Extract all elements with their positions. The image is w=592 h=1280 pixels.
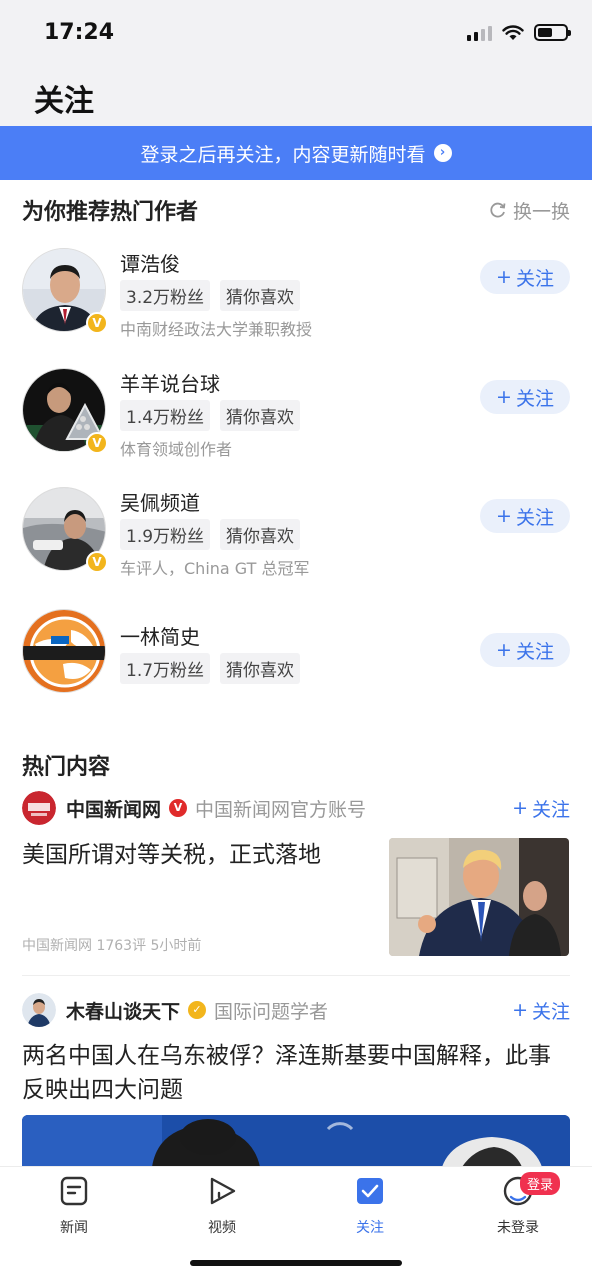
article-card[interactable]: 中国新闻网 V 中国新闻网官方账号 + 关注 [22, 791, 570, 825]
follow-label: 关注 [531, 798, 570, 821]
author-name: 谭浩俊 [120, 252, 180, 276]
plus-icon: + [496, 266, 512, 288]
refresh-button[interactable]: 换一换 [489, 197, 570, 224]
plus-icon: + [496, 386, 512, 408]
author-name: 吴佩频道 [120, 491, 200, 515]
fans-count: 1.7万粉丝 [120, 653, 211, 684]
chevron-right-icon: › [433, 144, 452, 162]
verified-red-icon: V [169, 799, 188, 817]
recommend-header: 为你推荐热门作者 换一换 [22, 194, 570, 226]
divider [22, 975, 570, 976]
login-badge[interactable]: 登录 [520, 1172, 561, 1195]
plus-icon: + [512, 999, 528, 1021]
author-name: 羊羊说台球 [120, 372, 220, 396]
status-bar: 17:24 [0, 0, 592, 68]
follow-button[interactable]: + 关注 [480, 260, 570, 294]
fans-count: 1.4万粉丝 [120, 400, 211, 431]
author-item[interactable]: 一林简史 1.7万粉丝 猜你喜欢 + 关注 [22, 609, 570, 705]
article-image[interactable] [22, 1115, 570, 1167]
follow-label: 关注 [515, 387, 554, 410]
tab-video[interactable]: 视频 [172, 1175, 272, 1237]
source-logo [22, 993, 56, 1027]
author-item[interactable]: V 谭浩俊 3.2万粉丝 猜你喜欢 中南财经政法大学兼职教授 + 关注 [22, 248, 570, 344]
article-card[interactable]: 木春山谈天下 ✓ 国际问题学者 + 关注 [22, 993, 570, 1027]
follow-button[interactable]: + 关注 [480, 380, 570, 414]
battery-icon [534, 24, 571, 41]
follow-label: 关注 [515, 506, 554, 529]
login-banner-text: 登录之后再关注，内容更新随时看 [140, 143, 426, 166]
status-icons [467, 24, 571, 41]
follow-icon [357, 1178, 383, 1204]
plus-icon: + [496, 639, 512, 661]
status-time: 17:24 [44, 20, 115, 45]
news-icon [60, 1176, 88, 1206]
author-desc: 车评人，China GT 总冠军 [120, 559, 310, 578]
tab-label: 未登录 [497, 1220, 539, 1236]
fans-count: 1.9万粉丝 [120, 519, 211, 550]
hot-header: 热门内容 [22, 749, 570, 781]
video-icon [210, 1177, 236, 1205]
fans-count: 3.2万粉丝 [120, 280, 211, 311]
author-item[interactable]: V 吴佩频道 1.9万粉丝 猜你喜欢 车评人，China GT 总冠军 + 关注 [22, 487, 570, 583]
verified-badge-icon: V [86, 551, 108, 573]
plus-icon: + [512, 797, 528, 819]
author-name: 一林简史 [120, 625, 200, 649]
article-thumbnail[interactable] [389, 838, 569, 956]
tab-label: 视频 [208, 1220, 236, 1236]
tab-follow[interactable]: 关注 [320, 1175, 420, 1237]
signal-icon [467, 25, 492, 41]
tab-label: 新闻 [60, 1220, 88, 1236]
author-desc: 中南财经政法大学兼职教授 [120, 320, 313, 339]
follow-label: 关注 [515, 640, 554, 663]
source-logo [22, 791, 56, 825]
guess-tag: 猜你喜欢 [220, 280, 301, 311]
follow-label: 关注 [531, 1000, 570, 1023]
guess-tag: 猜你喜欢 [220, 653, 301, 684]
article-title[interactable]: 美国所谓对等关税，正式落地 [22, 838, 372, 872]
verified-badge-icon: V [86, 432, 108, 454]
guess-tag: 猜你喜欢 [220, 519, 301, 550]
follow-button[interactable]: + 关注 [480, 633, 570, 667]
source-name[interactable]: 中国新闻网 [66, 795, 161, 822]
author-item[interactable]: V 羊羊说台球 1.4万粉丝 猜你喜欢 体育领域创作者 + 关注 [22, 368, 570, 464]
home-indicator [190, 1260, 402, 1266]
author-desc: 体育领域创作者 [120, 440, 233, 459]
refresh-icon [490, 202, 506, 218]
article-title[interactable]: 两名中国人在乌东被俘？泽连斯基要中国解释，此事反映出四大问题 [22, 1039, 570, 1107]
source-desc: 国际问题学者 [214, 1000, 329, 1023]
header: 关注 [0, 68, 592, 126]
source-desc: 中国新闻网官方账号 [195, 798, 367, 821]
verified-badge-icon: V [86, 312, 108, 334]
plus-icon: + [496, 505, 512, 527]
verified-badge-icon: ✓ [188, 1001, 207, 1019]
hot-title: 热门内容 [22, 755, 111, 780]
follow-label: 关注 [515, 267, 554, 290]
tab-news[interactable]: 新闻 [24, 1175, 124, 1237]
guess-tag: 猜你喜欢 [220, 400, 301, 431]
recommend-title: 为你推荐热门作者 [22, 200, 199, 225]
tab-label: 关注 [356, 1220, 384, 1236]
follow-button[interactable]: + 关注 [512, 795, 570, 822]
article-meta: 中国新闻网 1763评 5小时前 [22, 938, 202, 954]
follow-button[interactable]: + 关注 [512, 997, 570, 1024]
wifi-icon [502, 24, 524, 40]
refresh-label: 换一换 [512, 200, 570, 223]
avatar [22, 609, 106, 693]
login-banner[interactable]: 登录之后再关注，内容更新随时看 › [0, 126, 592, 180]
source-name[interactable]: 木春山谈天下 [66, 997, 180, 1024]
page-title: 关注 [34, 84, 94, 119]
follow-button[interactable]: + 关注 [480, 499, 570, 533]
